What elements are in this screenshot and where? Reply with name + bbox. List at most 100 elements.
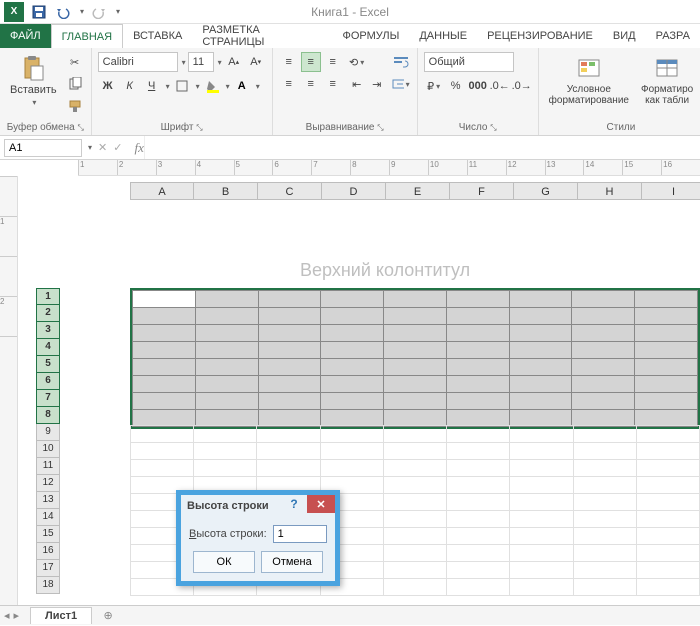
col-header[interactable]: C: [258, 182, 322, 200]
cut-icon[interactable]: ✂: [65, 52, 85, 72]
orientation-icon[interactable]: ⟲▾: [347, 52, 367, 72]
row-header[interactable]: 17: [36, 560, 60, 577]
formula-input[interactable]: [144, 136, 700, 159]
row-header[interactable]: 18: [36, 577, 60, 594]
undo-dropdown-icon[interactable]: ▾: [80, 7, 84, 16]
tab-formulas[interactable]: ФОРМУЛЫ: [332, 24, 409, 48]
col-header[interactable]: H: [578, 182, 642, 200]
row-header[interactable]: 11: [36, 458, 60, 475]
add-sheet-button[interactable]: ⊕: [98, 606, 118, 626]
border-icon[interactable]: [172, 76, 192, 96]
decrease-indent-icon[interactable]: ⇤: [347, 74, 367, 94]
align-left-icon[interactable]: ≡: [279, 74, 299, 94]
row-headers[interactable]: 1 2 3 4 5 6 7 8 9 10 11 12 13 14 15 16 1…: [36, 288, 60, 594]
decrease-font-icon[interactable]: A▾: [246, 52, 266, 72]
row-header[interactable]: 6: [36, 373, 60, 390]
sheet-nav-prev-icon[interactable]: ◂: [4, 609, 10, 622]
name-box[interactable]: [4, 139, 82, 157]
row-header[interactable]: 10: [36, 441, 60, 458]
increase-indent-icon[interactable]: ⇥: [367, 74, 387, 94]
formula-bar-row: ▾ ✕ ✓ fx: [0, 136, 700, 160]
col-header[interactable]: I: [642, 182, 700, 200]
row-header[interactable]: 8: [36, 407, 60, 424]
row-header[interactable]: 3: [36, 322, 60, 339]
group-styles: Условное форматирование Форматиро как та…: [539, 48, 700, 135]
tab-file[interactable]: ФАЙЛ: [0, 24, 51, 48]
ok-button[interactable]: ОК: [193, 551, 255, 573]
dialog-title-bar[interactable]: Высота строки ? ✕: [181, 495, 335, 517]
qat-customize-icon[interactable]: ▾: [116, 7, 120, 16]
bold-button[interactable]: Ж: [98, 76, 118, 96]
row-header[interactable]: 15: [36, 526, 60, 543]
col-header[interactable]: G: [514, 182, 578, 200]
selected-range[interactable]: [130, 288, 700, 429]
row-header[interactable]: 12: [36, 475, 60, 492]
paste-button[interactable]: Вставить ▾: [6, 52, 61, 109]
paste-dropdown-icon[interactable]: ▾: [32, 98, 36, 107]
align-top-icon[interactable]: ≡: [279, 52, 299, 72]
col-header[interactable]: A: [130, 182, 194, 200]
cancel-button[interactable]: Отмена: [261, 551, 323, 573]
increase-decimal-icon[interactable]: .0←: [490, 76, 510, 96]
col-header[interactable]: E: [386, 182, 450, 200]
column-headers[interactable]: A B C D E F G H I: [130, 182, 700, 200]
increase-font-icon[interactable]: A▴: [224, 52, 244, 72]
redo-icon[interactable]: [90, 3, 108, 21]
sheet-nav-next-icon[interactable]: ▸: [14, 609, 20, 622]
row-height-input[interactable]: [273, 525, 327, 543]
tab-home[interactable]: ГЛАВНАЯ: [51, 24, 123, 48]
fill-color-icon[interactable]: [202, 76, 222, 96]
align-center-icon[interactable]: ≡: [301, 74, 321, 94]
row-header[interactable]: 13: [36, 492, 60, 509]
tab-view[interactable]: ВИД: [603, 24, 646, 48]
row-header[interactable]: 4: [36, 339, 60, 356]
enter-formula-icon[interactable]: ✓: [113, 141, 122, 154]
tab-data[interactable]: ДАННЫЕ: [409, 24, 477, 48]
font-size-combo[interactable]: 11: [188, 52, 214, 72]
comma-icon[interactable]: 000: [468, 76, 488, 96]
sheet-tab[interactable]: Лист1: [30, 607, 92, 624]
row-header[interactable]: 5: [36, 356, 60, 373]
cancel-formula-icon[interactable]: ✕: [98, 141, 107, 154]
dialog-help-button[interactable]: ?: [283, 495, 305, 513]
dialog-close-button[interactable]: ✕: [307, 495, 335, 513]
wrap-text-icon[interactable]: [391, 52, 411, 72]
decrease-decimal-icon[interactable]: .0→: [512, 76, 532, 96]
col-header[interactable]: D: [322, 182, 386, 200]
number-format-combo[interactable]: Общий: [424, 52, 514, 72]
align-middle-icon[interactable]: ≡: [301, 52, 321, 72]
underline-button[interactable]: Ч: [142, 76, 162, 96]
format-as-table-button[interactable]: Форматиро как табли: [637, 52, 697, 108]
currency-icon[interactable]: ₽▾: [424, 76, 444, 96]
conditional-formatting-button[interactable]: Условное форматирование: [545, 52, 633, 108]
row-height-label: Высота строки:: [189, 528, 267, 540]
copy-icon[interactable]: [65, 74, 85, 94]
row-header[interactable]: 14: [36, 509, 60, 526]
tab-review[interactable]: РЕЦЕНЗИРОВАНИЕ: [477, 24, 603, 48]
format-painter-icon[interactable]: [65, 96, 85, 116]
row-header[interactable]: 9: [36, 424, 60, 441]
row-header[interactable]: 7: [36, 390, 60, 407]
col-header[interactable]: B: [194, 182, 258, 200]
merge-icon[interactable]: ▾: [391, 74, 411, 94]
group-styles-label: Стили: [545, 120, 698, 133]
tab-page-layout[interactable]: РАЗМЕТКА СТРАНИЦЫ: [192, 24, 332, 48]
tab-insert[interactable]: ВСТАВКА: [123, 24, 192, 48]
tab-developer[interactable]: РАЗРА: [646, 24, 700, 48]
row-header[interactable]: 2: [36, 305, 60, 322]
fx-icon[interactable]: fx: [134, 140, 143, 156]
sheet-tab-bar: ◂ ▸ Лист1 ⊕: [0, 605, 700, 625]
save-icon[interactable]: [30, 3, 48, 21]
col-header[interactable]: F: [450, 182, 514, 200]
row-header[interactable]: 16: [36, 543, 60, 560]
font-name-combo[interactable]: Calibri: [98, 52, 178, 72]
font-color-icon[interactable]: A: [232, 76, 252, 96]
undo-icon[interactable]: [54, 3, 72, 21]
row-header[interactable]: 1: [36, 288, 60, 305]
align-bottom-icon[interactable]: ≡: [323, 52, 343, 72]
group-alignment-label: Выравнивание ⤡: [279, 120, 411, 133]
align-right-icon[interactable]: ≡: [323, 74, 343, 94]
italic-button[interactable]: К: [120, 76, 140, 96]
page-header-placeholder[interactable]: Верхний колонтитул: [300, 260, 470, 281]
percent-icon[interactable]: %: [446, 76, 466, 96]
